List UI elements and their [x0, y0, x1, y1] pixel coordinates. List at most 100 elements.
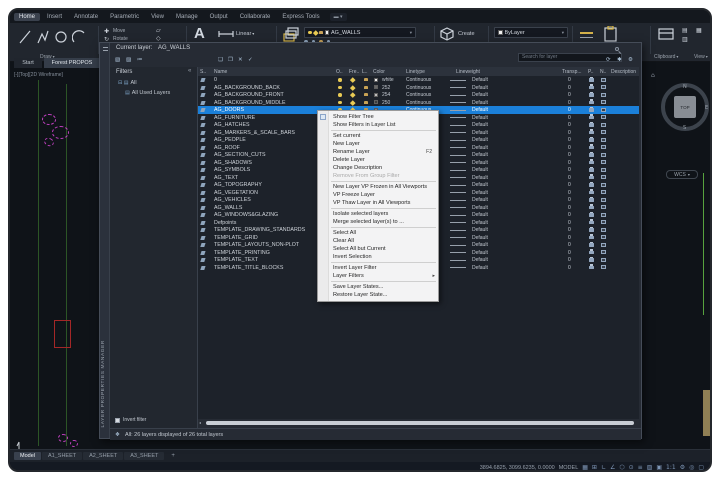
linetype-value[interactable]: Continuous — [406, 77, 431, 83]
workspace-gear-icon[interactable]: ⚙ — [680, 463, 685, 472]
scrollbar-thumb[interactable] — [206, 421, 634, 425]
lock-icon[interactable] — [364, 101, 368, 104]
new-property-filter-icon[interactable]: ▧ — [115, 57, 120, 63]
transparency-value[interactable]: 0 — [568, 160, 571, 166]
lineweight-value[interactable]: Default — [472, 182, 488, 188]
ribbon-tab-home[interactable]: Home — [14, 13, 40, 21]
lock-icon[interactable] — [364, 86, 368, 89]
sun-freeze-icon[interactable] — [350, 92, 355, 97]
plot-icon[interactable] — [589, 131, 594, 135]
lineweight-value[interactable]: Default — [472, 100, 488, 106]
ribbon-tab-parametric[interactable]: Parametric — [105, 13, 144, 21]
file-tab-drawing[interactable]: Forest PROPOS — [44, 58, 100, 68]
transparency-value[interactable]: 0 — [568, 130, 571, 136]
plot-icon[interactable] — [589, 228, 594, 232]
transparency-value[interactable]: 0 — [568, 92, 571, 98]
text-tool-icon[interactable]: A — [194, 25, 205, 42]
vp-freeze-icon[interactable] — [601, 108, 606, 112]
lineweight-value[interactable]: Default — [472, 77, 488, 83]
menu-item-invert-selection[interactable]: Invert Selection — [318, 253, 438, 261]
layout-tab-a2-sheet[interactable]: A2_SHEET — [83, 452, 123, 460]
vp-freeze-icon[interactable] — [601, 115, 606, 119]
layout-tab-a1-sheet[interactable]: A1_SHEET — [42, 452, 82, 460]
lineweight-value[interactable]: Default — [472, 190, 488, 196]
new-group-filter-icon[interactable]: ▨ — [126, 57, 131, 63]
sun-freeze-icon[interactable] — [350, 100, 355, 105]
menu-item-change-description[interactable]: Change Description — [318, 164, 438, 172]
settings-gear-icon[interactable]: ⚙ — [628, 57, 633, 63]
lineweight-value[interactable]: Default — [472, 220, 488, 226]
plot-icon[interactable] — [589, 86, 594, 90]
horizontal-scrollbar[interactable]: ◂ — [198, 420, 639, 425]
color-swatch[interactable] — [374, 78, 378, 82]
vp-freeze-icon[interactable] — [601, 190, 606, 194]
menu-item-new-layer[interactable]: New Layer — [318, 140, 438, 148]
layer-states-manager-icon[interactable]: ≔ — [137, 57, 143, 63]
customize-icon[interactable]: ✱ — [617, 57, 622, 63]
lineweight-value[interactable]: Default — [472, 107, 488, 113]
column-header-fre[interactable]: Fre.. — [349, 69, 359, 75]
vp-freeze-icon[interactable] — [601, 153, 606, 157]
transparency-value[interactable]: 0 — [568, 227, 571, 233]
transparency-value[interactable]: 0 — [568, 235, 571, 241]
menu-item-show-filter-tree[interactable]: Show Filter Tree — [318, 113, 438, 121]
viewport-tool-icon[interactable]: ▥ — [682, 36, 689, 43]
column-header-color[interactable]: Color — [373, 69, 385, 75]
line-icon[interactable] — [18, 28, 32, 46]
plot-icon[interactable] — [589, 123, 594, 127]
menu-item-select-all[interactable]: Select All — [318, 229, 438, 237]
ortho-icon[interactable]: ∟ — [601, 463, 606, 472]
transparency-value[interactable]: 0 — [568, 265, 571, 271]
column-header-s[interactable]: S.. — [200, 69, 206, 75]
transparency-value[interactable]: 0 — [568, 212, 571, 218]
menu-item-invert-layer-filter[interactable]: Invert Layer Filter — [318, 264, 438, 272]
vp-freeze-icon[interactable] — [601, 168, 606, 172]
lineweight-value[interactable]: Default — [472, 130, 488, 136]
isodraft-icon[interactable]: ⬡ — [619, 463, 624, 472]
viewcube-south-label[interactable]: S — [683, 125, 686, 131]
vp-freeze-icon[interactable] — [601, 85, 606, 89]
menu-item-set-current[interactable]: Set current — [318, 132, 438, 140]
lineweight-value[interactable]: Default — [472, 235, 488, 241]
menu-item-delete-layer[interactable]: Delete Layer — [318, 156, 438, 164]
lineweight-value[interactable]: Default — [472, 212, 488, 218]
lineweight-value[interactable]: Default — [472, 205, 488, 211]
vp-freeze-icon[interactable] — [601, 265, 606, 269]
dimension-icon[interactable] — [218, 29, 234, 39]
ribbon-tab-insert[interactable]: Insert — [42, 13, 67, 21]
copy-icon[interactable]: ▱ — [156, 27, 163, 34]
vp-freeze-icon[interactable] — [601, 160, 606, 164]
layer-row-ag-background-middle[interactable]: AG_BACKGROUND_MIDDLE250ContinuousDefault… — [198, 99, 639, 107]
transparency-value[interactable]: 0 — [568, 250, 571, 256]
viewcube[interactable]: N E S TOP — [658, 80, 712, 136]
plot-icon[interactable] — [589, 221, 594, 225]
vp-freeze-icon[interactable] — [601, 220, 606, 224]
plot-icon[interactable] — [589, 243, 594, 247]
viewport-tool-icon[interactable]: ▤ — [682, 27, 689, 34]
lineweight-value[interactable]: Default — [472, 85, 488, 91]
sun-freeze-icon[interactable] — [350, 77, 355, 82]
vp-freeze-icon[interactable] — [601, 243, 606, 247]
layer-row-ag-background-back[interactable]: AG_BACKGROUND_BACK252ContinuousDefault0 — [198, 84, 639, 92]
bulb-on-icon[interactable] — [338, 78, 342, 82]
bulb-on-icon[interactable] — [338, 93, 342, 97]
grid-icon[interactable]: ▦ — [582, 463, 588, 472]
linetype-value[interactable]: Continuous — [406, 85, 431, 91]
viewcube-top-face[interactable]: TOP — [674, 96, 696, 118]
menu-item-layer-filters[interactable]: Layer Filters▸ — [318, 272, 438, 280]
collapse-pane-icon[interactable]: « — [188, 68, 191, 74]
new-layout-button[interactable]: + — [165, 452, 181, 460]
new-layer-icon[interactable]: ❏ — [218, 57, 223, 63]
set-current-icon[interactable]: ✓ — [248, 57, 253, 63]
vp-freeze-icon[interactable] — [601, 100, 606, 104]
plot-icon[interactable] — [589, 108, 594, 112]
bulb-on-icon[interactable] — [338, 86, 342, 90]
plot-icon[interactable] — [589, 168, 594, 172]
transparency-value[interactable]: 0 — [568, 137, 571, 143]
menu-item-show-filters-in-layer-list[interactable]: Show Filters in Layer List — [318, 121, 438, 129]
polyline-icon[interactable] — [36, 28, 50, 46]
column-header-n[interactable]: N.. — [600, 69, 606, 75]
menu-item-restore-layer-state[interactable]: Restore Layer State... — [318, 291, 438, 299]
lineweight-icon[interactable]: ≡ — [638, 463, 643, 472]
ribbon-tab-annotate[interactable]: Annotate — [69, 13, 103, 21]
